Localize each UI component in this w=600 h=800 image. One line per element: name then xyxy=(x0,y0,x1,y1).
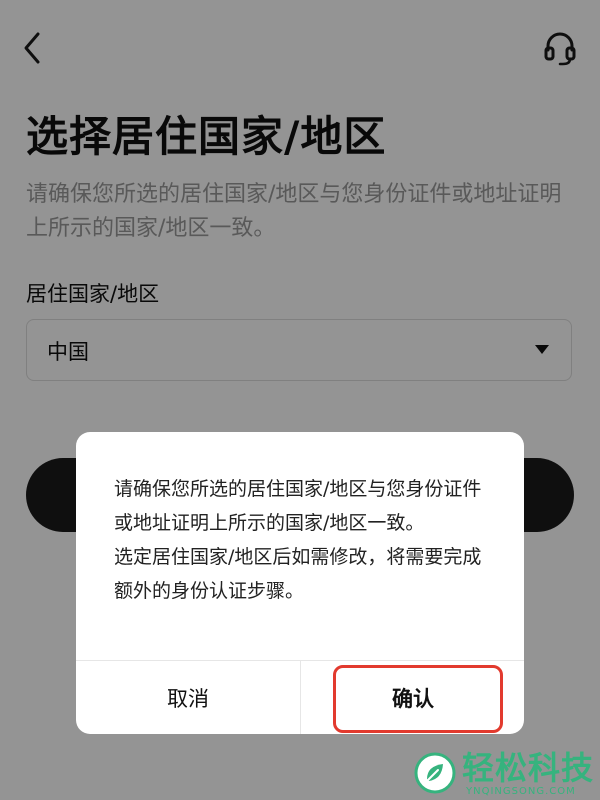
watermark-domain: YNQINGSONG.COM xyxy=(466,786,576,797)
dialog-message-line2: 选定居住国家/地区后如需修改，将需要完成额外的身份认证步骤。 xyxy=(114,546,482,602)
cancel-button[interactable]: 取消 xyxy=(76,661,300,734)
dialog-message: 请确保您所选的居住国家/地区与您身份证件或地址证明上所示的国家/地区一致。 选定… xyxy=(114,472,490,608)
screen: 选择居住国家/地区 请确保您所选的居住国家/地区与您身份证件或地址证明上所示的国… xyxy=(0,0,600,800)
watermark: 轻松科技 YNQINGSONG.COM xyxy=(414,748,600,800)
dialog-message-line1: 请确保您所选的居住国家/地区与您身份证件或地址证明上所示的国家/地区一致。 xyxy=(114,478,482,534)
watermark-brand: 轻松科技 xyxy=(462,749,595,787)
leaf-logo-icon xyxy=(414,752,456,794)
confirm-highlight-box xyxy=(333,665,503,733)
